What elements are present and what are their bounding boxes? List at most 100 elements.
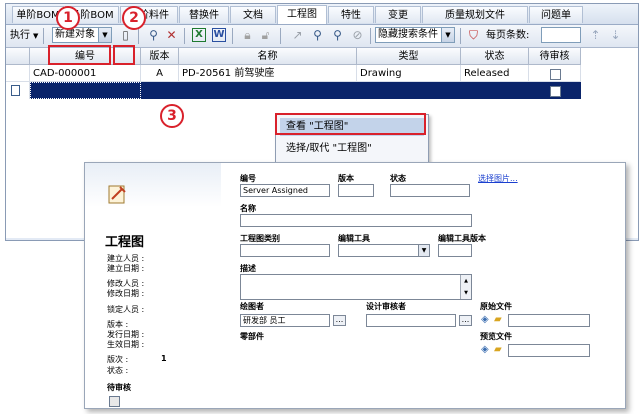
- run-menu-arrow-icon[interactable]: ▼: [33, 28, 38, 44]
- number-field[interactable]: Server Assigned: [240, 184, 330, 197]
- drafter-field[interactable]: 研发部 员工: [240, 314, 330, 327]
- description-scrollbar[interactable]: ▲ ▼: [460, 275, 471, 299]
- chevron-down-icon: ▼: [98, 28, 111, 42]
- design-reviewer-field[interactable]: [366, 314, 456, 327]
- column-header-type[interactable]: 类型: [357, 48, 461, 65]
- selected-row-highlight[interactable]: [141, 82, 581, 99]
- toolbar-separator: [184, 28, 185, 44]
- locked-by-label: 锁定人员 :: [107, 305, 145, 314]
- move-down-icon[interactable]: ⇣: [608, 28, 623, 43]
- per-page-input[interactable]: [541, 27, 581, 43]
- original-file-label: 原始文件: [480, 302, 512, 311]
- folder-icon[interactable]: ▰: [494, 344, 502, 355]
- edit-tool-version-label: 编辑工具版本: [438, 234, 486, 243]
- new-object-dropdown[interactable]: 新建对象 ▼: [52, 27, 112, 43]
- drawing-type-field[interactable]: [240, 244, 330, 257]
- parts-label: 零部件: [240, 332, 264, 341]
- tab-drawings[interactable]: 工程图: [277, 5, 327, 24]
- filter-icon[interactable]: ⛉: [466, 28, 481, 43]
- tab-substitutes[interactable]: 替换件: [179, 6, 229, 23]
- word-export-icon[interactable]: W: [212, 28, 226, 42]
- advanced-search-icon[interactable]: ⚲: [330, 28, 345, 43]
- pending-review-checkbox[interactable]: [109, 396, 120, 407]
- tab-changes[interactable]: 变更: [375, 6, 421, 23]
- row-selector[interactable]: [6, 65, 30, 82]
- run-menu[interactable]: 执行: [10, 28, 30, 44]
- name-label: 名称: [240, 204, 256, 213]
- tab-issues[interactable]: 问题单: [529, 6, 583, 23]
- remove-icon[interactable]: ✕: [164, 28, 179, 43]
- drawing-form: 工程图 建立人员 : 建立日期 : 修改人员 : 修改日期 : 锁定人员 : 版…: [84, 162, 626, 409]
- version-field-label: 版本: [338, 174, 354, 183]
- preview-file-field[interactable]: [508, 344, 590, 357]
- toolbar-separator: [280, 28, 281, 44]
- new-row-icon: [11, 85, 20, 96]
- state-label: 状态 :: [107, 366, 129, 375]
- clear-search-icon[interactable]: ⊘: [350, 28, 365, 43]
- choose-image-link[interactable]: 选择图片...: [478, 173, 518, 184]
- description-label: 描述: [240, 264, 256, 273]
- state-field[interactable]: [390, 184, 470, 197]
- column-header-name[interactable]: 名称: [179, 48, 357, 65]
- drafter-label: 绘图者: [240, 302, 264, 311]
- column-header-status[interactable]: 状态: [461, 48, 529, 65]
- pending-review-checkbox[interactable]: [550, 86, 561, 97]
- toolbar-separator: [138, 28, 139, 44]
- search-icon[interactable]: ⚲: [310, 28, 325, 43]
- cell-name[interactable]: PD-20561 前驾驶座: [179, 65, 357, 82]
- lock-icon[interactable]: 🔒︎: [240, 28, 255, 43]
- modified-date-label: 修改日期 :: [107, 289, 145, 298]
- cell-status[interactable]: Released: [461, 65, 529, 82]
- callout-badge-2: 2: [122, 6, 146, 30]
- column-header-pending-review[interactable]: 待审核: [529, 48, 581, 65]
- design-reviewer-label: 设计审核者: [366, 302, 406, 311]
- cell-type[interactable]: Drawing: [357, 65, 461, 82]
- scan-icon[interactable]: ◈: [481, 314, 489, 325]
- tab-quality-plans[interactable]: 质量规划文件: [422, 6, 528, 23]
- per-page-label: 每页条数:: [486, 30, 530, 41]
- attach-icon[interactable]: ⚲: [146, 28, 161, 43]
- new-document-icon[interactable]: ▯: [118, 28, 133, 43]
- original-file-field[interactable]: [508, 314, 590, 327]
- move-up-icon[interactable]: ⇡: [588, 28, 603, 43]
- edit-tool-dropdown[interactable]: ▼: [338, 244, 430, 257]
- tab-documents[interactable]: 文档: [230, 6, 276, 23]
- design-reviewer-browse-button[interactable]: ...: [459, 315, 472, 326]
- edit-tool-label: 编辑工具: [338, 234, 370, 243]
- form-info-pane: 工程图 建立人员 : 建立日期 : 修改人员 : 修改日期 : 锁定人员 : 版…: [85, 163, 221, 408]
- highlight-view-drawing: [275, 113, 426, 135]
- state-field-label: 状态: [390, 174, 406, 183]
- toolbar-separator: [370, 28, 371, 44]
- drafter-browse-button[interactable]: ...: [333, 315, 346, 326]
- toolbar-separator: [232, 28, 233, 44]
- row-selector[interactable]: [6, 82, 30, 99]
- created-date-label: 建立日期 :: [107, 264, 145, 273]
- cell-pending-review[interactable]: [529, 65, 581, 82]
- cell-number[interactable]: CAD-000001: [30, 65, 141, 82]
- scan-icon[interactable]: ◈: [481, 344, 489, 355]
- pending-review-checkbox[interactable]: [550, 69, 561, 80]
- hidden-search-dropdown[interactable]: 隐藏搜索条件 ▼: [375, 27, 455, 43]
- menu-item-select-replace-drawing[interactable]: 选择/取代 "工程图": [280, 140, 424, 158]
- tab-properties[interactable]: 特性: [328, 6, 374, 23]
- preview-file-label: 预览文件: [480, 332, 512, 341]
- version-field[interactable]: [338, 184, 374, 197]
- tab-bar: 单阶BOM 多阶BOM 父阶料件 替换件 文档 工程图 特性 变更 质量规划文件…: [6, 4, 638, 25]
- cell-number-edit[interactable]: [30, 82, 141, 99]
- column-header-version[interactable]: 版本: [141, 48, 179, 65]
- unlock-icon[interactable]: 🔓︎: [258, 28, 273, 43]
- description-field[interactable]: ▲ ▼: [240, 274, 472, 300]
- excel-export-icon[interactable]: X: [192, 28, 206, 42]
- revision-label: 版次 :: [107, 355, 129, 364]
- pending-review-label: 待审核: [107, 383, 131, 392]
- cell-version[interactable]: A: [141, 65, 179, 82]
- highlight-new-document: [113, 45, 135, 65]
- callout-badge-1: 1: [56, 6, 80, 30]
- chevron-down-icon: ▼: [441, 28, 454, 42]
- folder-icon[interactable]: ▰: [494, 314, 502, 325]
- highlight-new-object: [48, 45, 111, 65]
- edit-tool-version-field[interactable]: [438, 244, 472, 257]
- name-field[interactable]: [240, 214, 472, 227]
- effective-date-label: 生效日期 :: [107, 340, 145, 349]
- link-icon[interactable]: ↗: [290, 28, 305, 43]
